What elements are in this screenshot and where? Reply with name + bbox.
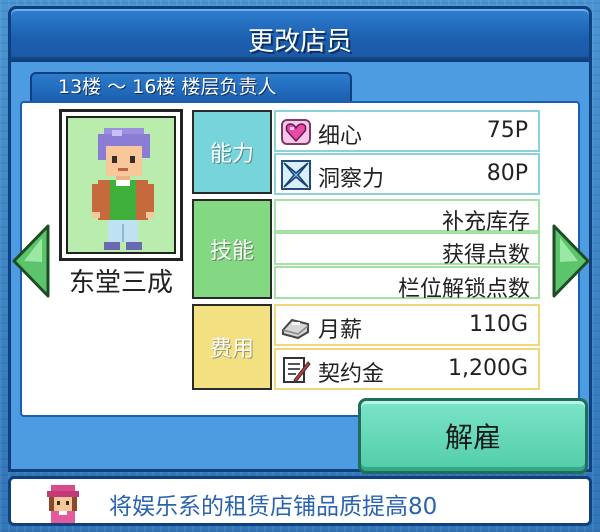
contract-icon [283,357,311,383]
ability-row: 细心 75P [274,110,540,152]
title-bar: 更改店员 [8,6,592,62]
message-text: 将娱乐系的租赁店铺品质提高80 [109,494,438,520]
staff-portrait [59,109,183,261]
floor-tab-label: 13楼 ～ 16楼 楼层负责人 [58,76,277,98]
insight-icon [281,160,311,190]
cost-row: 月薪 110G [274,304,540,346]
advisor-avatar [47,485,79,523]
category-cost: 费用 [192,304,272,390]
skill-row: 补充库存 [274,199,540,235]
skill-name: 获得点数 [441,243,530,268]
staff-sprite [92,128,154,250]
dismiss-button-label: 解雇 [444,421,501,454]
ability-name: 细心 [318,124,363,149]
page-title: 更改店员 [247,27,352,57]
ability-value: 75P [486,118,528,143]
skill-name: 栏位解锁点数 [397,277,530,302]
cost-value: 1,200G [447,356,528,381]
staff-name: 东堂三成 [68,268,173,298]
cost-value: 110G [468,312,528,337]
portrait-background [66,116,176,254]
dismiss-button[interactable]: 解雇 [358,398,588,474]
message-bar: 将娱乐系的租赁店铺品质提高80 [8,476,592,526]
heart-icon [281,119,311,145]
floor-tab: 13楼 ～ 16楼 楼层负责人 [30,72,352,102]
ability-name: 洞察力 [318,167,385,192]
cost-name: 契约金 [318,362,385,387]
cost-row: 契约金 1,200G [274,348,540,390]
cost-name: 月薪 [318,318,363,343]
skill-row: 栏位解锁点数 [274,266,540,302]
next-staff-arrow[interactable] [550,222,592,300]
category-ability-label: 能力 [209,142,254,167]
previous-staff-arrow[interactable] [10,222,52,300]
skill-row: 获得点数 [274,232,540,268]
ability-row: 洞察力 80P [274,153,540,195]
category-cost-label: 费用 [209,337,254,362]
category-ability: 能力 [192,110,272,194]
category-skill: 技能 [192,199,272,299]
silver-icon [282,318,309,340]
category-skill-label: 技能 [209,239,254,264]
ability-value: 80P [486,161,528,186]
